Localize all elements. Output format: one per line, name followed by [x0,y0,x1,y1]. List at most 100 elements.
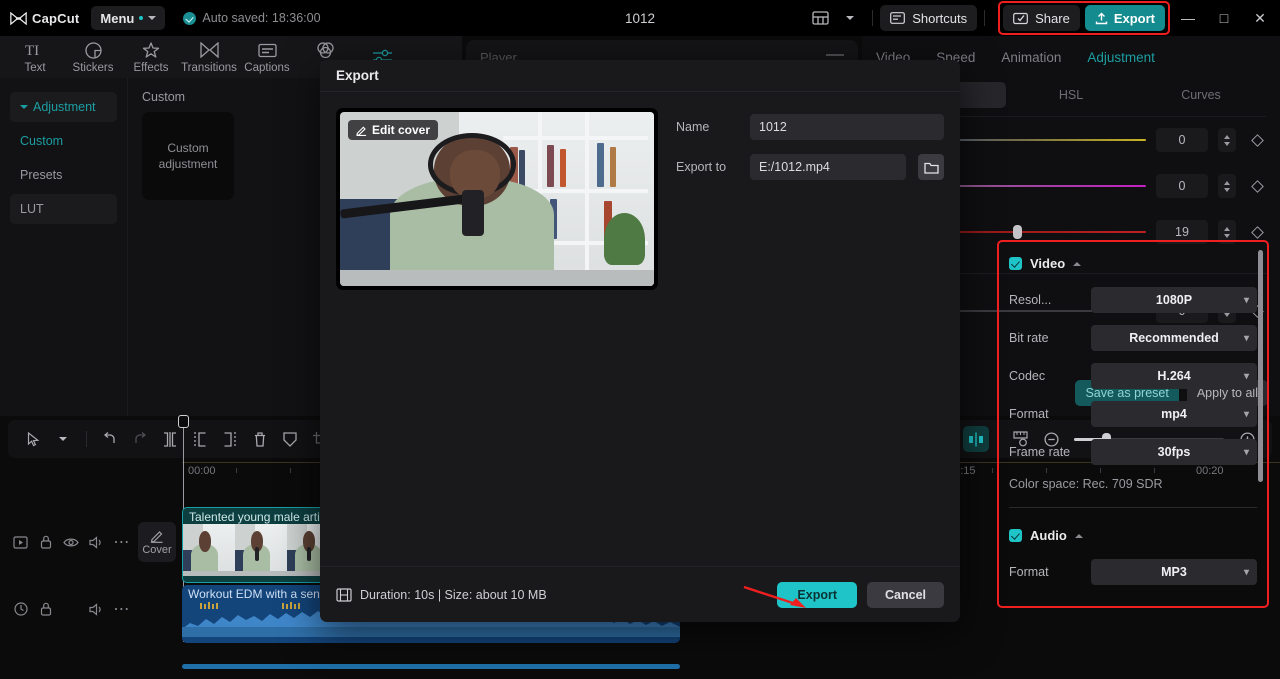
audio-format-select[interactable]: MP3 ▾ [1091,559,1257,585]
chevron-down-icon: ▾ [1243,566,1249,578]
volume-icon[interactable] [84,597,109,621]
select-cursor-icon[interactable] [18,426,48,452]
layout-dropdown-icon[interactable] [835,5,865,31]
playhead-handle[interactable] [178,415,189,428]
video-track-header: ⋯ [8,530,134,554]
codec-select[interactable]: H.264 ▾ [1091,363,1257,389]
keyframe-button[interactable] [1246,133,1268,147]
transitions-icon [199,41,219,60]
shortcuts-button[interactable]: Shortcuts [880,5,978,31]
volume-icon[interactable] [84,530,109,554]
framerate-select[interactable]: 30fps ▾ [1091,439,1257,465]
divider [1009,507,1257,508]
slider-value[interactable]: 0 [1156,174,1208,198]
filters-icon [316,41,335,60]
format-select[interactable]: mp4 ▾ [1091,401,1257,427]
edit-cover-button[interactable]: Edit cover [348,120,439,140]
export-path-input[interactable]: E:/1012.mp4 [750,154,906,180]
name-row: Name 1012 [676,110,944,144]
close-button[interactable]: ✕ [1242,3,1278,33]
tab-label: Transitions [181,61,237,74]
tab-label: Captions [244,61,290,74]
sidebar-item-custom[interactable]: Custom [10,126,117,156]
trim-left-icon[interactable] [185,426,215,452]
timeline-scrollbar[interactable] [182,664,680,669]
cover-button[interactable]: Cover [138,522,176,562]
export-to-label: Export to [676,160,727,174]
lock-icon[interactable] [33,530,58,554]
maximize-button[interactable]: □ [1206,3,1242,33]
snap-icon[interactable] [963,426,989,452]
film-icon [336,587,352,602]
tab-text[interactable]: TI Text [6,41,64,74]
tab-label: Stickers [72,61,114,74]
tab-adjustment-right[interactable]: Adjustment [1087,50,1155,65]
capcut-logo-icon [10,11,27,25]
subtab-hsl[interactable]: HSL [1006,82,1136,108]
redo-icon[interactable] [125,426,155,452]
app-name: CapCut [32,10,80,26]
stepper[interactable] [1218,174,1236,198]
track-video-icon[interactable] [8,530,33,554]
lock-icon[interactable] [33,597,58,621]
folder-icon[interactable] [918,154,944,180]
cover-preview[interactable]: Edit cover [336,108,658,290]
minimize-button[interactable]: — [1170,3,1206,33]
share-button[interactable]: Share [1003,5,1080,31]
chevron-up-icon[interactable] [1074,533,1083,538]
left-nav: Adjustment Custom Presets LUT [0,78,128,416]
cancel-button[interactable]: Cancel [867,581,944,608]
captions-icon [257,41,277,60]
tab-animation[interactable]: Animation [1001,50,1061,65]
more-icon[interactable]: ⋯ [109,530,134,554]
tab-captions[interactable]: Captions [238,41,296,74]
bitrate-select[interactable]: Recommended ▾ [1091,325,1257,351]
sidebar-item-adjustment[interactable]: Adjustment [10,92,117,122]
track-audio-icon[interactable] [8,597,33,621]
share-label: Share [1035,10,1070,26]
mask-icon[interactable] [275,426,305,452]
audio-checkbox[interactable] [1009,529,1022,542]
layout-icon[interactable] [805,5,835,31]
custom-adjustment-card[interactable]: Custom adjustment [142,112,234,200]
keyframe-button[interactable] [1246,225,1268,239]
subtab-curves[interactable]: Curves [1136,82,1266,108]
sidebar-label: Presets [20,168,63,182]
delete-icon[interactable] [245,426,275,452]
tab-effects[interactable]: Effects [122,41,180,74]
split-icon[interactable] [155,426,185,452]
menu-button[interactable]: Menu [91,6,166,30]
export-button-titlebar[interactable]: Export [1084,5,1165,31]
stepper[interactable] [1218,128,1236,152]
resolution-select[interactable]: 1080P ▾ [1091,287,1257,313]
keyframe-button[interactable] [1246,179,1268,193]
chevron-up-icon[interactable] [1073,261,1082,266]
video-section-header[interactable]: Video [1005,252,1261,281]
sidebar-item-presets[interactable]: Presets [10,160,117,190]
name-input[interactable]: 1012 [750,114,944,140]
tab-transitions[interactable]: Transitions [180,41,238,74]
eye-icon[interactable] [58,530,83,554]
dialog-footer: Duration: 10s | Size: about 10 MB Export… [320,566,960,622]
audio-section-header[interactable]: Audio [1005,524,1261,553]
upload-icon [1095,12,1108,24]
sidebar-item-lut[interactable]: LUT [10,194,117,224]
tab-stickers[interactable]: Stickers [64,41,122,74]
slider-value[interactable]: 0 [1156,128,1208,152]
more-icon[interactable]: ⋯ [109,597,134,621]
capcut-window: CapCut Menu Auto saved: 18:36:00 1012 Sh… [0,0,1280,679]
divider [872,10,874,26]
titlebar-right-controls: Shortcuts Share Export — □ ✕ [805,1,1280,35]
dialog-body: Edit cover Name 1012 Export to E:/1012.m… [320,92,960,306]
trim-right-icon[interactable] [215,426,245,452]
slider-knob[interactable] [1012,225,1022,239]
chevron-down-icon[interactable] [48,426,78,452]
menu-dot-indicator [139,16,144,20]
check-circle-icon [183,11,197,25]
undo-icon[interactable] [95,426,125,452]
video-section-title: Video [1030,256,1066,271]
video-checkbox[interactable] [1009,257,1022,270]
settings-scrollbar[interactable] [1258,250,1263,482]
svg-text:TI: TI [25,43,39,58]
dialog-title: Export [320,60,960,92]
